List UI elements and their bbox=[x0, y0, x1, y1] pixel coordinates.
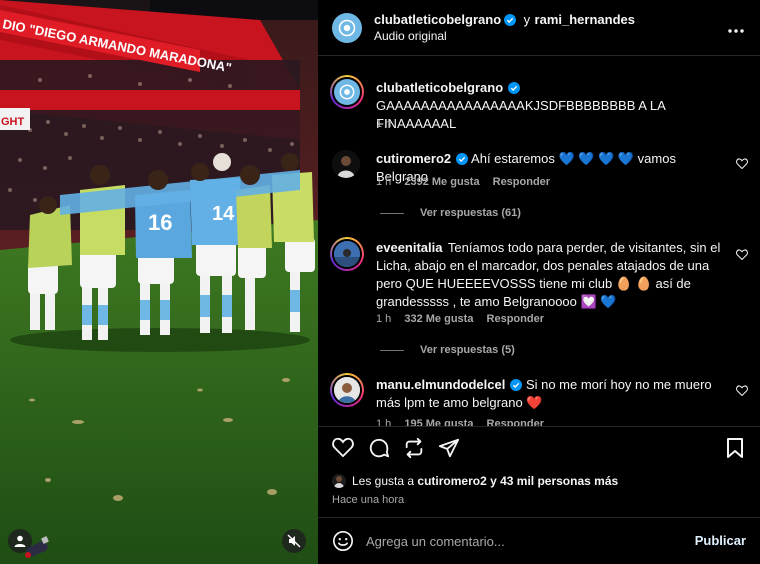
comment-bubble-icon[interactable] bbox=[368, 437, 390, 459]
mute-toggle-button[interactable] bbox=[282, 529, 306, 553]
publish-button[interactable]: Publicar bbox=[695, 533, 746, 548]
comment-text-block: eveenitalia Teníamos todo para perder, d… bbox=[376, 239, 728, 311]
verified-badge-icon bbox=[504, 14, 517, 26]
user-photo-icon bbox=[334, 241, 360, 267]
user-photo-icon bbox=[334, 377, 360, 403]
header-authors: clubatleticobelgrano y rami_hernandes bbox=[374, 11, 635, 29]
comment-username[interactable]: eveenitalia bbox=[376, 240, 443, 255]
comment-username[interactable]: manu.elmundodelcel bbox=[376, 377, 505, 392]
ad-board-text: GHT bbox=[1, 116, 25, 128]
repost-icon[interactable] bbox=[403, 437, 425, 459]
comment-time[interactable]: 1 h bbox=[376, 176, 391, 188]
verified-badge-icon bbox=[510, 379, 523, 391]
view-replies-button[interactable]: Ver respuestas (5) bbox=[380, 344, 515, 356]
club-crest-icon bbox=[338, 19, 356, 37]
post-details-panel: clubatleticobelgrano y rami_hernandes Au… bbox=[318, 0, 760, 564]
verified-badge-icon bbox=[508, 82, 521, 94]
comment-avatar[interactable] bbox=[332, 150, 360, 178]
comment-meta: 1 h 2392 Me gusta Responder bbox=[376, 176, 560, 188]
like-heart-icon[interactable] bbox=[332, 437, 354, 457]
bottle-icon bbox=[25, 536, 49, 558]
replies-divider bbox=[380, 212, 404, 214]
likes-prefix: Les gusta a bbox=[352, 474, 415, 488]
comment-likes[interactable]: 332 Me gusta bbox=[404, 313, 473, 325]
likes-suffix[interactable]: y 43 mil personas más bbox=[490, 474, 618, 488]
caption-text-block: clubatleticobelgrano GAAAAAAAAAAAAAAAAKJ… bbox=[376, 79, 746, 133]
comment-time[interactable]: 1 h bbox=[376, 313, 391, 325]
comment-text: GAAAAAAAAAAAAAAAAKJSDFBBBBBBBB A LA FINA… bbox=[376, 98, 666, 131]
like-comment-heart-icon[interactable] bbox=[736, 385, 748, 396]
verified-badge-icon bbox=[456, 153, 469, 165]
replies-divider bbox=[380, 349, 404, 351]
author-avatar[interactable] bbox=[332, 13, 362, 43]
comment-composer: Publicar bbox=[318, 517, 760, 564]
view-replies-button[interactable]: Ver respuestas (61) bbox=[380, 207, 521, 219]
like-comment-heart-icon[interactable] bbox=[736, 158, 748, 169]
comment-meta: 1 h bbox=[376, 118, 401, 130]
reply-button[interactable]: Responder bbox=[487, 418, 544, 426]
comment-meta: 1 h 195 Me gusta Responder bbox=[376, 418, 554, 426]
coauthor-username[interactable]: rami_hernandes bbox=[535, 12, 635, 27]
view-replies-label: Ver respuestas (5) bbox=[420, 344, 515, 356]
jersey-number-16: 16 bbox=[148, 210, 172, 235]
bottle-sticker bbox=[22, 534, 52, 560]
comments-list: clubatleticobelgrano GAAAAAAAAAAAAAAAAKJ… bbox=[318, 57, 760, 426]
comment-avatar[interactable] bbox=[334, 241, 360, 267]
reply-button[interactable]: Responder bbox=[487, 313, 544, 325]
comment-avatar[interactable] bbox=[334, 377, 360, 403]
comment-username[interactable]: clubatleticobelgrano bbox=[376, 80, 503, 95]
post-video[interactable]: DIO "DIEGO ARMANDO MARADONA" GHT 16 14 bbox=[0, 0, 318, 564]
view-replies-label: Ver respuestas (61) bbox=[420, 207, 521, 219]
user-photo-icon bbox=[332, 150, 360, 178]
comment-time[interactable]: 1 h bbox=[376, 118, 391, 130]
emoji-smiley-icon[interactable] bbox=[332, 530, 354, 552]
comment-meta: 1 h 332 Me gusta Responder bbox=[376, 313, 554, 325]
more-options-button[interactable] bbox=[728, 20, 744, 38]
club-crest-icon bbox=[339, 84, 355, 100]
likes-user[interactable]: cutiromero2 bbox=[417, 474, 486, 488]
share-send-icon[interactable] bbox=[438, 437, 460, 459]
speaker-muted-icon bbox=[287, 534, 301, 548]
like-comment-heart-icon[interactable] bbox=[736, 249, 748, 260]
likes-summary[interactable]: Les gusta a cutiromero2 y 43 mil persona… bbox=[332, 474, 618, 488]
comment-likes[interactable]: 2392 Me gusta bbox=[404, 176, 479, 188]
jersey-number-14: 14 bbox=[212, 203, 235, 225]
caption-avatar[interactable] bbox=[334, 79, 360, 105]
post-header: clubatleticobelgrano y rami_hernandes Au… bbox=[318, 0, 760, 56]
bookmark-save-icon[interactable] bbox=[726, 437, 744, 459]
more-horizontal-icon bbox=[728, 29, 744, 33]
comment-time[interactable]: 1 h bbox=[376, 418, 391, 426]
comment-username[interactable]: cutiromero2 bbox=[376, 151, 451, 166]
comment-input[interactable] bbox=[366, 530, 666, 552]
comment-likes[interactable]: 195 Me gusta bbox=[404, 418, 473, 426]
author-username[interactable]: clubatleticobelgrano bbox=[374, 12, 501, 27]
audio-link[interactable]: Audio original bbox=[374, 29, 447, 43]
comment-text-block: manu.elmundodelcel Si no me morí hoy no … bbox=[376, 376, 728, 412]
header-conjunction: y bbox=[523, 12, 531, 27]
liker-avatar bbox=[332, 474, 346, 488]
video-frame: DIO "DIEGO ARMANDO MARADONA" GHT 16 14 bbox=[0, 0, 318, 564]
post-time-ago: Hace una hora bbox=[332, 494, 405, 506]
reply-button[interactable]: Responder bbox=[493, 176, 550, 188]
post-actions: Les gusta a cutiromero2 y 43 mil persona… bbox=[318, 426, 760, 516]
